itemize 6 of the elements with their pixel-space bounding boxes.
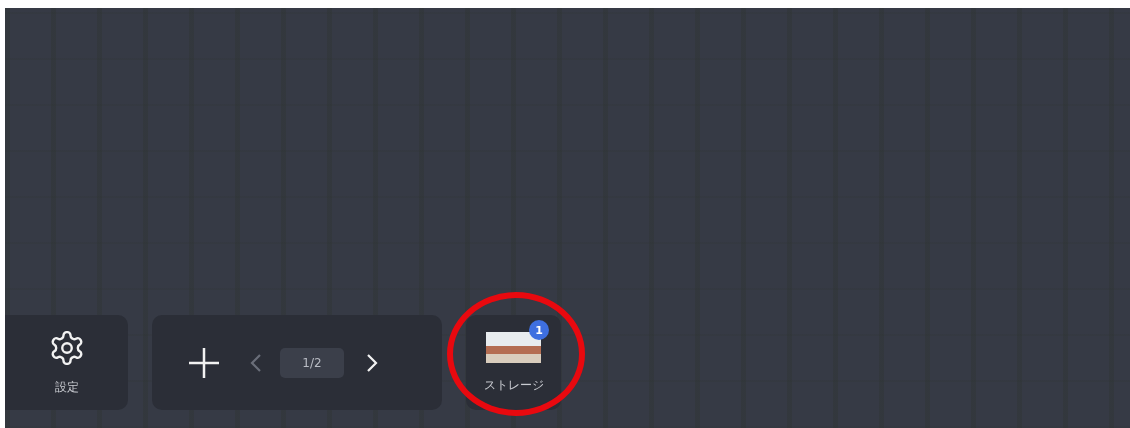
chevron-right-icon: [366, 352, 378, 373]
next-page-button[interactable]: [366, 352, 378, 373]
chevron-left-icon: [250, 352, 262, 373]
page-indicator: 1/2: [280, 347, 344, 378]
settings-button[interactable]: 設定: [47, 329, 86, 396]
count-badge: 1: [529, 320, 549, 340]
